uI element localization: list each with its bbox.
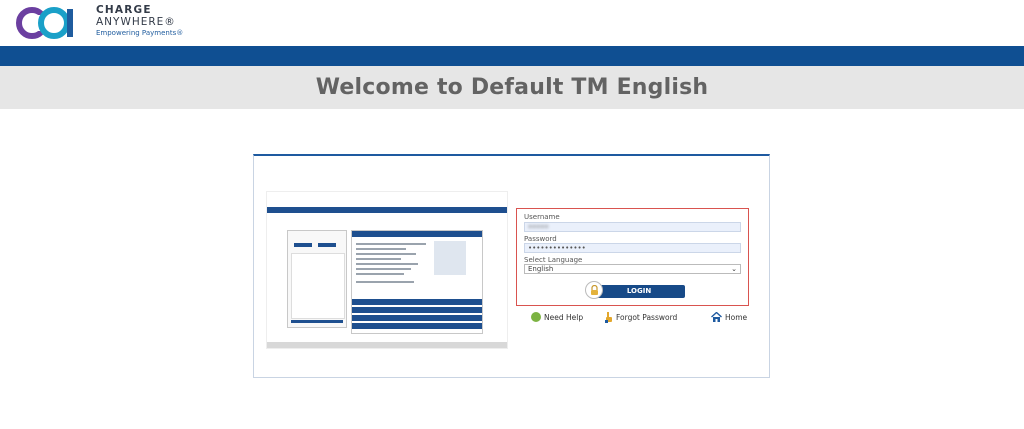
password-value: ••••••••••••••: [528, 244, 586, 252]
need-help-link[interactable]: Need Help: [531, 312, 583, 322]
username-label: Username: [524, 213, 560, 221]
brand-line1: CHARGE: [96, 4, 152, 16]
username-input[interactable]: •••••: [524, 222, 741, 232]
login-form: Username ••••• Password •••••••••••••• S…: [516, 208, 749, 306]
home-link[interactable]: Home: [711, 312, 747, 322]
need-help-label: Need Help: [544, 312, 584, 322]
help-icon: [531, 312, 541, 322]
preview-left-panel: [287, 230, 347, 328]
charge-anywhere-logo[interactable]: [14, 5, 86, 41]
brand-tagline: Empowering Payments®: [96, 29, 184, 37]
pointer-hand-icon: [605, 312, 612, 323]
language-select[interactable]: English ⌄: [524, 264, 741, 274]
password-input[interactable]: ••••••••••••••: [524, 243, 741, 253]
forgot-password-link[interactable]: Forgot Password: [605, 312, 677, 323]
username-value: •••••: [528, 223, 549, 231]
language-label: Select Language: [524, 256, 583, 264]
login-card: Username ••••• Password •••••••••••••• S…: [253, 154, 770, 378]
home-label: Home: [725, 312, 748, 322]
brand-line2: ANYWHERE®: [96, 15, 176, 28]
lock-icon: [585, 281, 603, 299]
preview-nav: [267, 207, 507, 213]
language-selected: English: [528, 265, 554, 273]
login-button[interactable]: LOGIN: [593, 285, 685, 298]
top-nav-bar: [0, 46, 1024, 66]
title-band: Welcome to Default TM English: [0, 66, 1024, 109]
chevron-down-icon: ⌄: [731, 265, 737, 273]
password-label: Password: [524, 235, 557, 243]
preview-right-panel: [351, 230, 483, 334]
forgot-password-label: Forgot Password: [616, 313, 678, 322]
header: CHARGE ANYWHERE® Empowering Payments®: [0, 0, 1024, 46]
app-preview-image: [266, 191, 508, 349]
page-title: Welcome to Default TM English: [315, 75, 709, 100]
brand-name: CHARGE ANYWHERE® Empowering Payments®: [96, 5, 183, 37]
home-icon: [711, 312, 722, 322]
